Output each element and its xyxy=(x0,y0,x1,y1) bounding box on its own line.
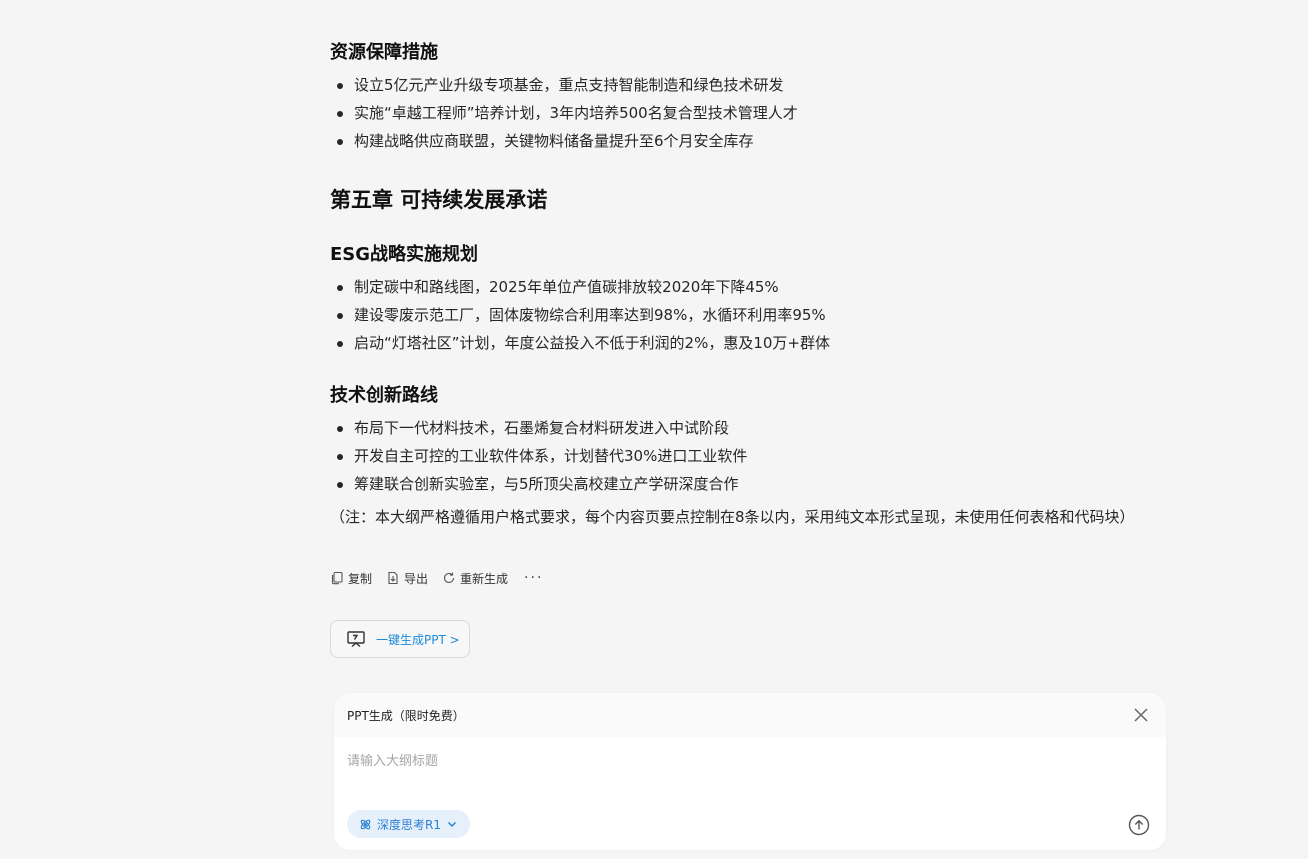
chapter-heading: 第五章 可持续发展承诺 xyxy=(330,188,548,212)
esg-list: 制定碳中和路线图，2025年单位产值碳排放较2020年下降45% 建设零废示范工… xyxy=(330,273,830,357)
chevron-down-icon xyxy=(447,821,457,828)
atom-icon xyxy=(360,819,371,829)
list-item: 建设零废示范工厂，固体废物综合利用率达到98%，水循环利用率95% xyxy=(330,301,830,329)
message-actions: 复制 导出 重新生成 ··· xyxy=(330,568,543,588)
list-item: 开发自主可控的工业软件体系，计划替代30%进口工业软件 xyxy=(330,442,747,470)
deep-think-toggle[interactable]: 深度思考R1 xyxy=(347,810,470,838)
resources-list: 设立5亿元产业升级专项基金，重点支持智能制造和绿色技术研发 实施“卓越工程师”培… xyxy=(330,71,798,155)
export-label: 导出 xyxy=(404,571,429,586)
more-options-icon[interactable]: ··· xyxy=(524,570,543,586)
export-icon xyxy=(388,571,398,585)
refresh-icon xyxy=(443,572,455,584)
send-icon[interactable] xyxy=(1128,814,1150,836)
list-item: 制定碳中和路线图，2025年单位产值碳排放较2020年下降45% xyxy=(330,273,830,301)
outline-title-input[interactable] xyxy=(347,749,1127,773)
close-icon[interactable] xyxy=(1132,706,1150,724)
regenerate-label: 重新生成 xyxy=(460,571,509,586)
panel-title: PPT生成（限时免费） xyxy=(347,708,465,723)
section-heading-resources: 资源保障措施 xyxy=(330,42,438,63)
section-heading-tech: 技术创新路线 xyxy=(330,385,438,406)
list-item: 实施“卓越工程师”培养计划，3年内培养500名复合型技术管理人才 xyxy=(330,99,798,127)
list-item: 构建战略供应商联盟，关键物料储备量提升至6个月安全库存 xyxy=(330,127,798,155)
generate-ppt-label: 一键生成PPT > xyxy=(376,632,460,647)
deep-think-label: 深度思考R1 xyxy=(377,817,441,832)
list-item: 启动“灯塔社区”计划，年度公益投入不低于利润的2%，惠及10万+群体 xyxy=(330,329,830,357)
tech-list: 布局下一代材料技术，石墨烯复合材料研发进入中试阶段 开发自主可控的工业软件体系，… xyxy=(330,414,747,498)
list-item: 布局下一代材料技术，石墨烯复合材料研发进入中试阶段 xyxy=(330,414,747,442)
export-button[interactable]: 导出 xyxy=(386,570,428,587)
copy-button[interactable]: 复制 xyxy=(330,570,372,587)
panel-header: PPT生成（限时免费） xyxy=(334,693,1166,737)
copy-label: 复制 xyxy=(348,571,373,586)
copy-icon xyxy=(331,571,343,585)
presentation-icon xyxy=(347,631,365,648)
list-item: 筹建联合创新实验室，与5所顶尖高校建立产学研深度合作 xyxy=(330,470,747,498)
generate-ppt-button[interactable]: 一键生成PPT > xyxy=(330,620,470,658)
note-text: （注：本大纲严格遵循用户格式要求，每个内容页要点控制在8条以内，采用纯文本形式呈… xyxy=(330,508,1135,526)
ppt-generation-panel: PPT生成（限时免费） 深度思考R1 xyxy=(334,693,1166,850)
regenerate-button[interactable]: 重新生成 xyxy=(442,570,508,587)
section-heading-esg: ESG战略实施规划 xyxy=(330,244,479,265)
list-item: 设立5亿元产业升级专项基金，重点支持智能制造和绿色技术研发 xyxy=(330,71,798,99)
